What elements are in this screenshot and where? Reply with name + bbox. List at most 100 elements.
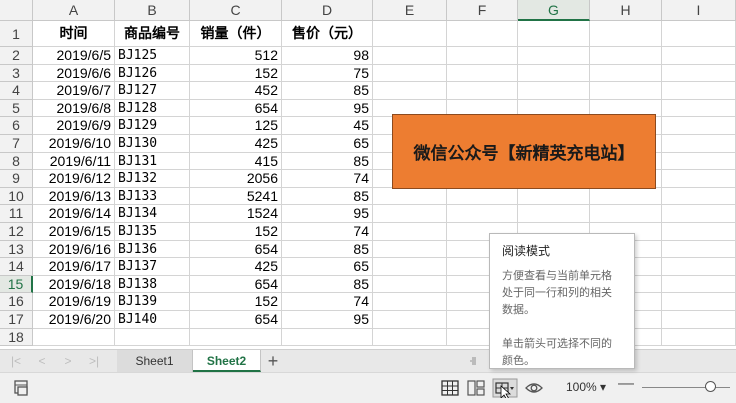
row-header-13[interactable]: 13	[0, 240, 33, 259]
cell-b18[interactable]	[115, 328, 190, 347]
cell-a1[interactable]: 时间	[33, 21, 115, 47]
cell-b17[interactable]: BJ140	[115, 311, 190, 329]
cell-c11[interactable]: 1524	[190, 205, 282, 223]
add-sheet-button[interactable]: +	[262, 350, 284, 372]
column-header-b[interactable]: B	[115, 0, 190, 21]
cell-g3[interactable]	[518, 64, 590, 83]
cell-h3[interactable]	[590, 64, 662, 83]
cell-d11[interactable]: 95	[282, 205, 373, 223]
cell-i18[interactable]	[662, 328, 736, 347]
cell-d8[interactable]: 85	[282, 152, 373, 171]
cell-i10[interactable]	[662, 187, 736, 206]
cell-b3[interactable]: BJ126	[115, 64, 190, 83]
cell-d17[interactable]: 95	[282, 311, 373, 329]
column-header-e[interactable]: E	[373, 0, 447, 21]
cell-b7[interactable]: BJ130	[115, 135, 190, 153]
row-header-4[interactable]: 4	[0, 82, 33, 100]
cell-i6[interactable]	[662, 117, 736, 135]
cell-c17[interactable]: 654	[190, 311, 282, 329]
cell-b13[interactable]: BJ136	[115, 240, 190, 259]
cell-d14[interactable]: 65	[282, 258, 373, 276]
cell-a5[interactable]: 2019/6/8	[33, 99, 115, 118]
cell-b9[interactable]: BJ132	[115, 170, 190, 188]
cell-e14[interactable]	[373, 258, 447, 276]
cell-a12[interactable]: 2019/6/15	[33, 223, 115, 241]
cell-i7[interactable]	[662, 135, 736, 153]
normal-view-icon[interactable]	[440, 378, 460, 398]
cell-f1[interactable]	[447, 21, 518, 47]
cell-c6[interactable]: 125	[190, 117, 282, 135]
macro-record-icon[interactable]	[12, 378, 32, 398]
cell-c3[interactable]: 152	[190, 64, 282, 83]
row-header-15[interactable]: 15	[0, 275, 33, 294]
cell-e1[interactable]	[373, 21, 447, 47]
cell-c5[interactable]: 654	[190, 99, 282, 118]
cell-c4[interactable]: 452	[190, 82, 282, 100]
cell-a6[interactable]: 2019/6/9	[33, 117, 115, 135]
cell-a15[interactable]: 2019/6/18	[33, 275, 115, 294]
row-header-3[interactable]: 3	[0, 64, 33, 83]
page-break-view-icon[interactable]	[466, 378, 486, 398]
cell-a13[interactable]: 2019/6/16	[33, 240, 115, 259]
cell-e10[interactable]	[373, 187, 447, 206]
cell-i13[interactable]	[662, 240, 736, 259]
cell-f3[interactable]	[447, 64, 518, 83]
row-header-16[interactable]: 16	[0, 293, 33, 311]
cell-e11[interactable]	[373, 205, 447, 223]
row-header-12[interactable]: 12	[0, 223, 33, 241]
cell-b16[interactable]: BJ139	[115, 293, 190, 311]
cell-d7[interactable]: 65	[282, 135, 373, 153]
cell-e15[interactable]	[373, 275, 447, 294]
row-header-8[interactable]: 8	[0, 152, 33, 171]
cell-b14[interactable]: BJ137	[115, 258, 190, 276]
cell-g11[interactable]	[518, 205, 590, 223]
cell-i1[interactable]	[662, 21, 736, 47]
cell-f2[interactable]	[447, 47, 518, 65]
cell-h11[interactable]	[590, 205, 662, 223]
prev-sheet-icon[interactable]: <	[34, 353, 50, 369]
cell-d3[interactable]: 75	[282, 64, 373, 83]
sheet-tab-sheet2[interactable]: Sheet2	[193, 350, 261, 372]
cell-e2[interactable]	[373, 47, 447, 65]
cell-i8[interactable]	[662, 152, 736, 171]
cell-d9[interactable]: 74	[282, 170, 373, 188]
row-header-7[interactable]: 7	[0, 135, 33, 153]
cell-e3[interactable]	[373, 64, 447, 83]
cell-d16[interactable]: 74	[282, 293, 373, 311]
cell-e17[interactable]	[373, 311, 447, 329]
row-header-1[interactable]: 1	[0, 21, 33, 47]
column-header-f[interactable]: F	[447, 0, 518, 21]
cell-d15[interactable]: 85	[282, 275, 373, 294]
cell-f4[interactable]	[447, 82, 518, 100]
select-all-corner[interactable]	[0, 0, 33, 21]
cell-b1[interactable]: 商品编号	[115, 21, 190, 47]
cell-d12[interactable]: 74	[282, 223, 373, 241]
row-header-14[interactable]: 14	[0, 258, 33, 276]
cell-a16[interactable]: 2019/6/19	[33, 293, 115, 311]
cell-d10[interactable]: 85	[282, 187, 373, 206]
zoom-slider-track[interactable]	[642, 387, 730, 388]
cell-b2[interactable]: BJ125	[115, 47, 190, 65]
cell-a11[interactable]: 2019/6/14	[33, 205, 115, 223]
cell-g10[interactable]	[518, 187, 590, 206]
cell-d1[interactable]: 售价（元）	[282, 21, 373, 47]
cell-b5[interactable]: BJ128	[115, 99, 190, 118]
cell-c1[interactable]: 销量（件）	[190, 21, 282, 47]
zoom-minus-icon[interactable]: —	[618, 375, 634, 393]
cell-h2[interactable]	[590, 47, 662, 65]
cell-i9[interactable]	[662, 170, 736, 188]
column-header-d[interactable]: D	[282, 0, 373, 21]
cell-b15[interactable]: BJ138	[115, 275, 190, 294]
cell-g1[interactable]	[518, 21, 590, 47]
column-header-h[interactable]: H	[590, 0, 662, 21]
row-header-2[interactable]: 2	[0, 47, 33, 65]
cell-h4[interactable]	[590, 82, 662, 100]
row-header-5[interactable]: 5	[0, 99, 33, 118]
column-header-c[interactable]: C	[190, 0, 282, 21]
cell-g4[interactable]	[518, 82, 590, 100]
cell-a8[interactable]: 2019/6/11	[33, 152, 115, 171]
cell-d18[interactable]	[282, 328, 373, 347]
cell-b10[interactable]: BJ133	[115, 187, 190, 206]
cell-f10[interactable]	[447, 187, 518, 206]
cell-d4[interactable]: 85	[282, 82, 373, 100]
